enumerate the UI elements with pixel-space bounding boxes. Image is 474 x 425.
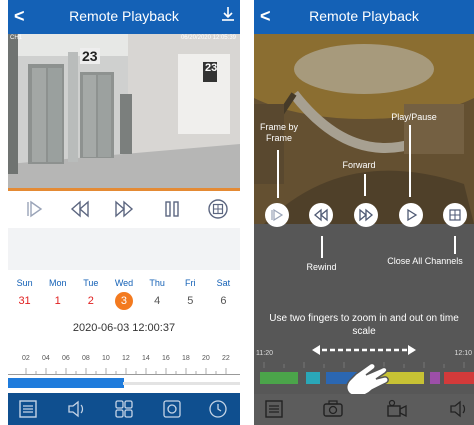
weekday-label: Sat [216,278,231,288]
timeline-ticks[interactable] [8,367,240,375]
date-cell[interactable]: 2 [74,295,107,307]
timeline-label: 12 [122,355,130,362]
pointer-arrow [409,125,411,197]
date-cell[interactable]: 31 [8,295,41,307]
camera-icon[interactable] [322,399,344,419]
video-timestamp: 06/20/2020 12:05:39 [180,35,236,41]
left-screen: < Remote Playback CH1 06/20/2020 12:05:3… [8,0,240,425]
forward-icon [115,200,134,218]
rewind-icon [70,200,89,218]
page-title: Remote Playback [69,8,179,24]
selected-datetime: 2020-06-03 12:00:37 [72,322,176,334]
weekday-label: Tue [83,278,99,288]
timeline-label: 04 [42,355,50,362]
close-all-channels-icon [449,209,461,221]
weekday-label: Sun [16,278,33,288]
timeline-label: 16 [162,355,170,362]
forward-icon [359,208,374,222]
rewind-icon [313,208,328,222]
timeline-label: 14 [142,355,150,362]
header: < Remote Playback [8,0,240,34]
frame-by-frame-button[interactable] [20,195,48,223]
timeline-labels: 02 04 06 08 10 12 14 16 18 20 22 [8,355,240,365]
date-cell-label: 3 [120,295,128,307]
pause-icon [165,201,179,217]
date-cell[interactable]: 6 [207,295,240,307]
frame-by-frame-button[interactable] [265,203,289,227]
download-icon[interactable] [220,6,236,24]
date-cell[interactable]: 5 [174,295,207,307]
pause-button[interactable] [158,195,186,223]
timeline-label: 18 [182,355,190,362]
layout-grid-icon[interactable] [18,399,38,419]
floor-sign-left: 23 [80,48,100,64]
progress-track [123,382,240,385]
page-title: Remote Playback [309,8,419,24]
capture-icon[interactable] [162,399,182,419]
forward-button[interactable] [110,195,138,223]
timeline-label: 10 [102,355,110,362]
clock-icon[interactable] [208,399,228,419]
close-all-channels-label: Close All Channels [387,256,463,266]
weekday-label: Mon [48,278,67,288]
play-pause-label: Play/Pause [391,112,437,122]
spacer [8,228,240,270]
playback-progress-bar[interactable] [8,378,124,388]
timeline-label: 22 [222,355,230,362]
speaker-icon[interactable] [448,399,470,419]
header: < Remote Playback [254,0,474,34]
rewind-label: Rewind [306,262,337,272]
play-icon [407,208,418,222]
weekday-label: Wed [114,278,134,288]
pointer-arrow [454,236,456,254]
date-cell[interactable]: 4 [141,295,174,307]
close-all-channels-button[interactable] [204,195,232,223]
timeline-label: 02 [22,355,30,362]
rewind-button[interactable] [309,203,333,227]
weekday-label: Thu [149,278,165,288]
pointer-arrow [321,236,323,258]
floor-sign-right: 23 [205,62,218,74]
split-screen-icon[interactable] [114,399,134,419]
bottom-nav [254,394,474,425]
close-all-channels-button[interactable] [443,203,467,227]
timeline-label: 06 [62,355,70,362]
weekday-label: Fri [185,278,196,288]
forward-label: Forward [342,160,376,170]
elevator-lobby-image [8,34,240,188]
video-view[interactable]: CH1 06/20/2020 12:05:39 23 23 [8,34,240,188]
pointer-arrow [277,150,279,198]
timeline-label: 20 [202,355,210,362]
date-cell[interactable]: 1 [41,295,74,307]
frame-by-frame-icon [27,200,43,218]
close-all-channels-icon [208,199,228,219]
rewind-button[interactable] [66,195,94,223]
timeline-label: 08 [82,355,90,362]
forward-button[interactable] [354,203,378,227]
weekday-row: Sun Mon Tue Wed Thu Fri Sat [8,278,240,288]
frame-by-frame-icon [271,208,284,222]
zoom-hint: Use two fingers to zoom in and out on ti… [269,313,459,337]
layout-grid-icon[interactable] [264,399,284,419]
camera-label: CH1 [10,35,23,41]
right-screen: < Remote Playback Frame by Frame Play/Pa… [254,0,474,425]
play-pause-button[interactable] [399,203,423,227]
record-icon[interactable] [386,399,408,419]
date-row: 31 1 2 3 4 5 6 [8,292,240,310]
bottom-nav [8,393,240,425]
frame-by-frame-label: Frame by Frame [259,122,298,143]
speaker-icon[interactable] [66,399,86,419]
pointer-arrow [364,174,366,196]
date-cell-selected[interactable]: 3 [107,292,140,310]
playback-controls [8,191,240,227]
